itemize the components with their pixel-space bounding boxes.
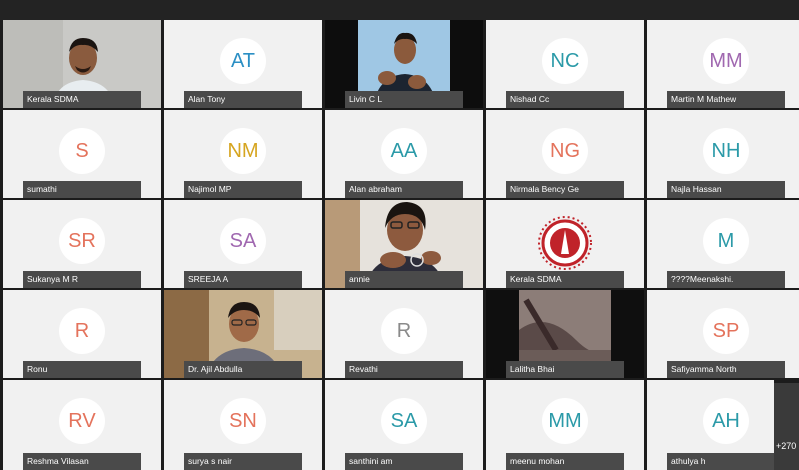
participant-tile[interactable]: NH Najla Hassan bbox=[647, 110, 799, 198]
participant-name: ????Meenakshi. bbox=[667, 271, 785, 288]
participant-avatar: AH bbox=[703, 398, 749, 444]
participant-name: Revathi bbox=[345, 361, 463, 378]
participant-avatar: M bbox=[703, 218, 749, 264]
participant-avatar: SN bbox=[220, 398, 266, 444]
participant-name: Kerala SDMA bbox=[506, 271, 624, 288]
participant-name: Lalitha Bhai bbox=[506, 361, 624, 378]
participant-tile[interactable]: AA Alan abraham bbox=[325, 110, 483, 198]
participant-name: annie bbox=[345, 271, 463, 288]
participant-name: Dr. Ajil Abdulla bbox=[184, 361, 302, 378]
participant-tile[interactable]: SN surya s nair bbox=[164, 380, 322, 470]
participant-tile[interactable]: MM Martin M Mathew bbox=[647, 20, 799, 108]
participant-name: Kerala SDMA bbox=[23, 91, 141, 108]
participant-name: Nirmala Bency Ge bbox=[506, 181, 624, 198]
participant-name: athulya h bbox=[667, 453, 774, 470]
participant-tile[interactable]: SP Safiyamma North bbox=[647, 290, 799, 378]
participant-name: SREEJA A bbox=[184, 271, 302, 288]
participant-avatar: RV bbox=[59, 398, 105, 444]
participant-tile[interactable]: M ????Meenakshi. bbox=[647, 200, 799, 288]
participant-tile[interactable]: NM Najimol MP bbox=[164, 110, 322, 198]
participant-tile[interactable]: SA SREEJA A bbox=[164, 200, 322, 288]
participant-tile[interactable]: Lalitha Bhai bbox=[486, 290, 644, 378]
more-participants-button[interactable]: +270 bbox=[774, 383, 799, 470]
participant-avatar: MM bbox=[703, 38, 749, 84]
participant-tile[interactable]: NC Nishad Cc bbox=[486, 20, 644, 108]
participant-tile[interactable]: NG Nirmala Bency Ge bbox=[486, 110, 644, 198]
participant-tile[interactable]: S sumathi bbox=[3, 110, 161, 198]
participant-name: Najla Hassan bbox=[667, 181, 785, 198]
participant-tile[interactable]: Kerala SDMA bbox=[486, 200, 644, 288]
participant-avatar: NG bbox=[542, 128, 588, 174]
participant-tile[interactable]: MM meenu mohan bbox=[486, 380, 644, 470]
participant-tile[interactable]: SR Sukanya M R bbox=[3, 200, 161, 288]
participant-name: Alan Tony bbox=[184, 91, 302, 108]
participant-tile[interactable]: Kerala SDMA bbox=[3, 20, 161, 108]
participant-tile[interactable]: R Revathi bbox=[325, 290, 483, 378]
participant-name: Martin M Mathew bbox=[667, 91, 785, 108]
participant-name: Ronu bbox=[23, 361, 141, 378]
participant-avatar: NH bbox=[703, 128, 749, 174]
participant-name: Sukanya M R bbox=[23, 271, 141, 288]
participant-name: Reshma Vilasan bbox=[23, 453, 141, 470]
participant-tile[interactable]: R Ronu bbox=[3, 290, 161, 378]
participant-name: Nishad Cc bbox=[506, 91, 624, 108]
participant-avatar: SA bbox=[220, 218, 266, 264]
participant-avatar: NM bbox=[220, 128, 266, 174]
participant-tile[interactable]: AT Alan Tony bbox=[164, 20, 322, 108]
participant-tile[interactable]: Livin C L bbox=[325, 20, 483, 108]
participant-tile[interactable]: annie bbox=[325, 200, 483, 288]
participant-avatar: NC bbox=[542, 38, 588, 84]
participant-avatar: SR bbox=[59, 218, 105, 264]
participant-tile[interactable]: RV Reshma Vilasan bbox=[3, 380, 161, 470]
participant-avatar: MM bbox=[542, 398, 588, 444]
participant-avatar: S bbox=[59, 128, 105, 174]
participant-name: meenu mohan bbox=[506, 453, 624, 470]
participant-name: santhini am bbox=[345, 453, 463, 470]
participant-name: Livin C L bbox=[345, 91, 463, 108]
participant-avatar: SP bbox=[703, 308, 749, 354]
participant-name: Najimol MP bbox=[184, 181, 302, 198]
meeting-top-bar bbox=[0, 0, 799, 20]
participant-gallery: Kerala SDMA AT Alan Tony Livin C L NC Ni… bbox=[3, 20, 799, 470]
participant-name: sumathi bbox=[23, 181, 141, 198]
participant-avatar: AA bbox=[381, 128, 427, 174]
participant-name: Safiyamma North bbox=[667, 361, 785, 378]
participant-name: Alan abraham bbox=[345, 181, 463, 198]
participant-avatar: AT bbox=[220, 38, 266, 84]
more-participants-count: +270 bbox=[776, 441, 797, 451]
participant-tile[interactable]: Dr. Ajil Abdulla bbox=[164, 290, 322, 378]
participant-avatar: R bbox=[59, 308, 105, 354]
participant-name: surya s nair bbox=[184, 453, 302, 470]
participant-avatar: SA bbox=[381, 398, 427, 444]
participant-tile[interactable]: AH athulya h bbox=[647, 380, 774, 470]
participant-avatar: R bbox=[381, 308, 427, 354]
participant-tile[interactable]: SA santhini am bbox=[325, 380, 483, 470]
